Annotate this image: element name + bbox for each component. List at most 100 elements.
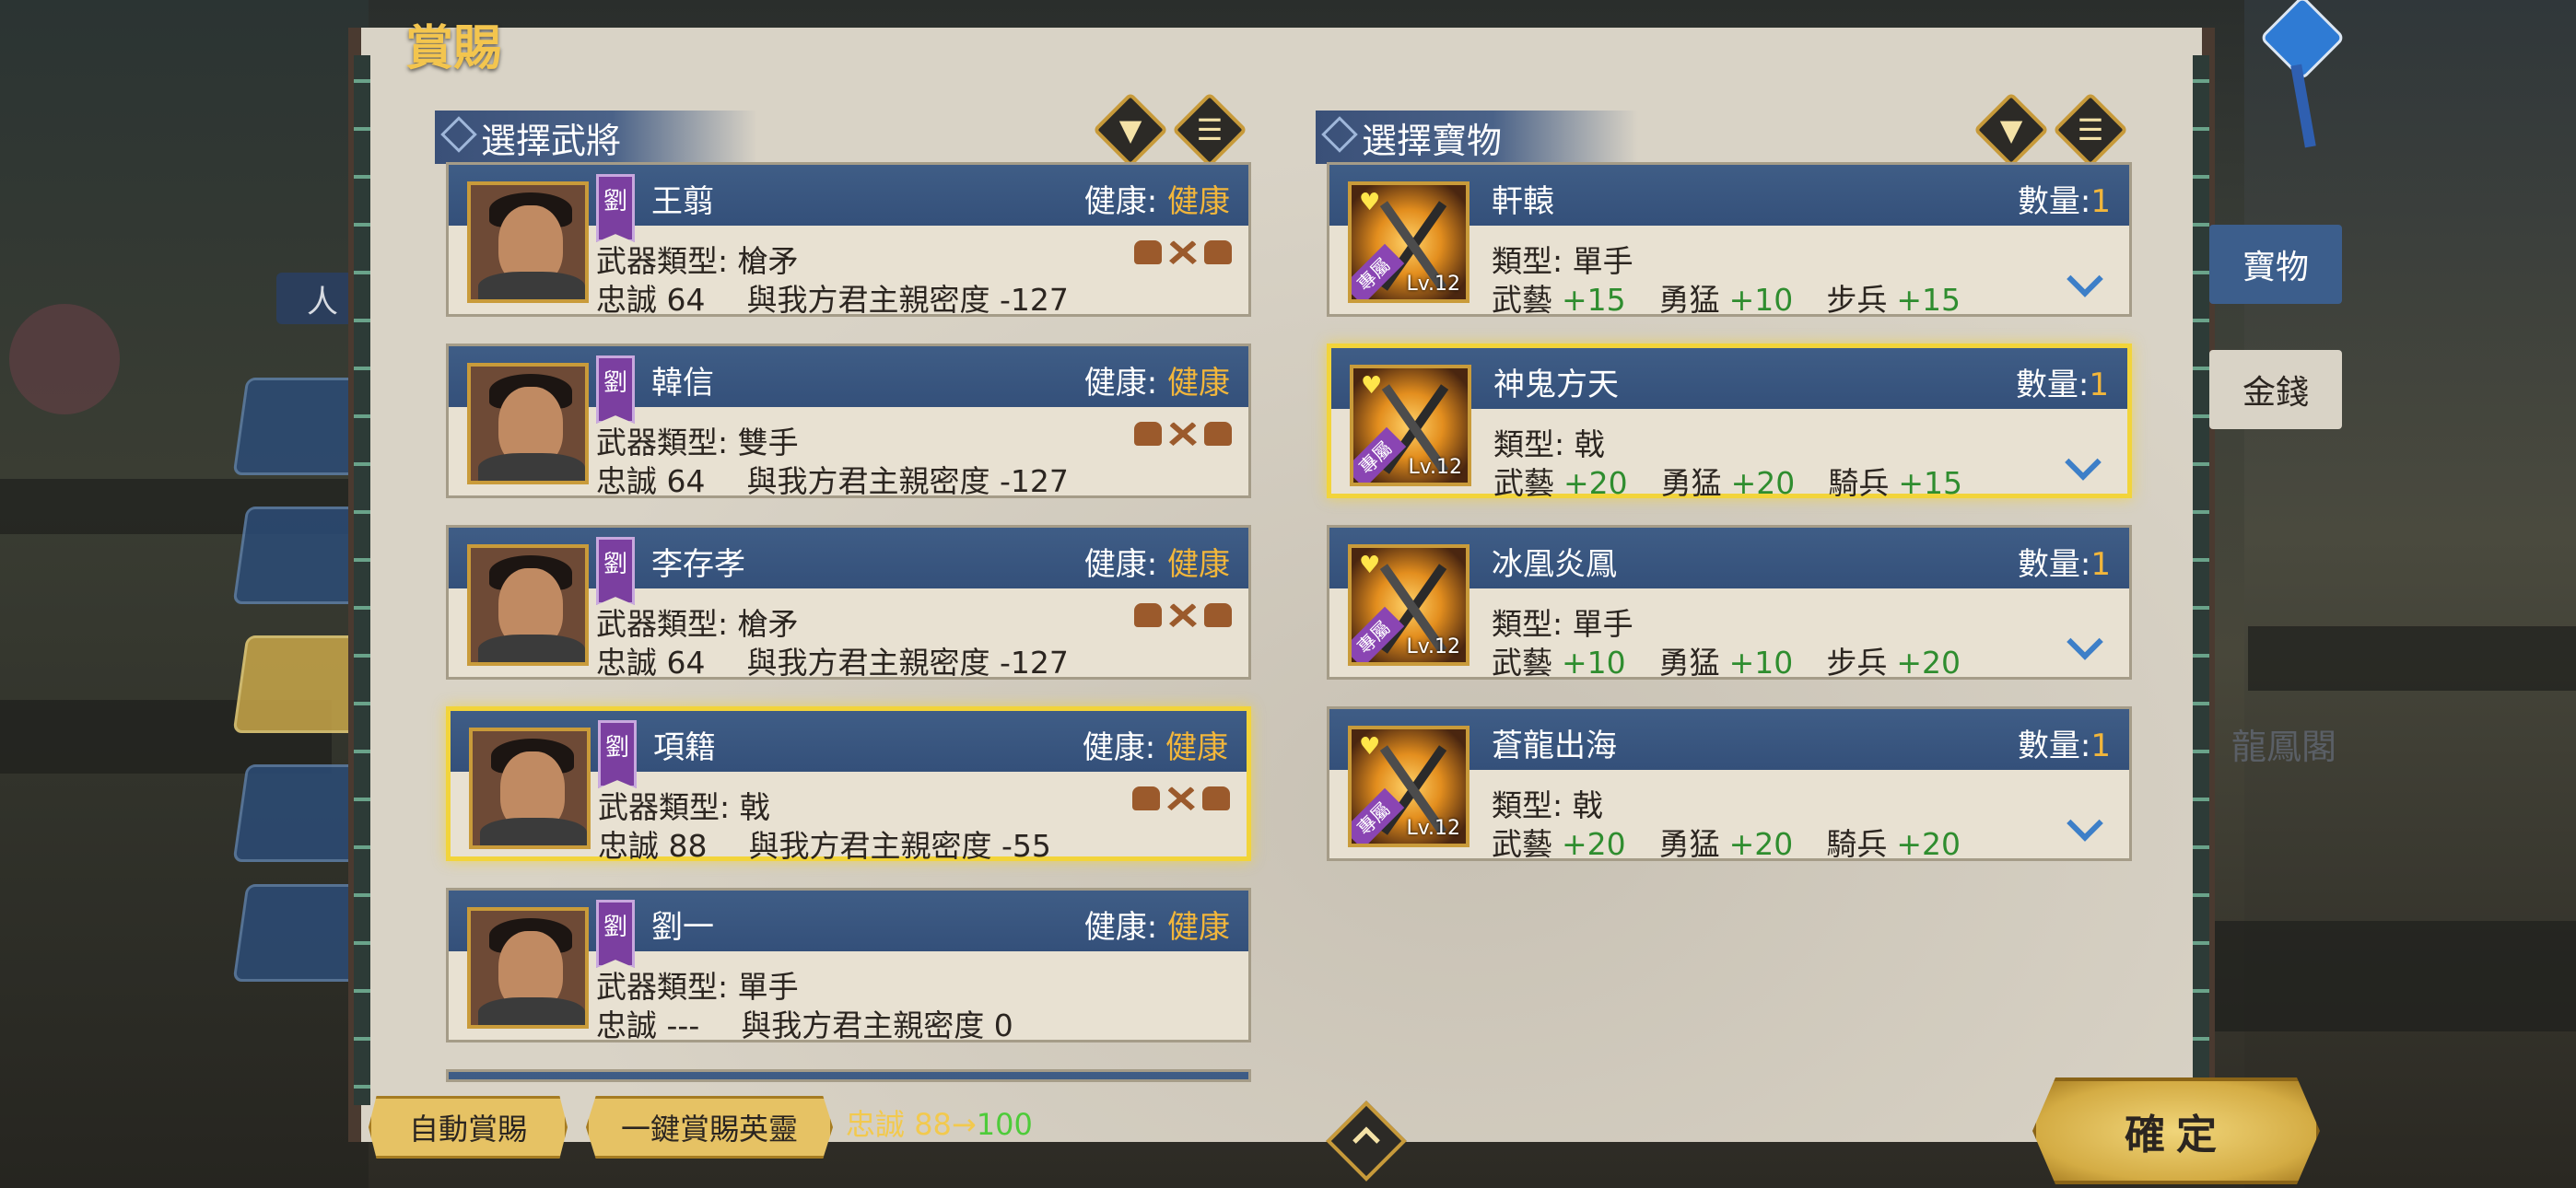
filter-button-treasures[interactable]: ▼: [1973, 91, 2050, 169]
weapon-value: 戟: [739, 789, 770, 825]
auto-reward-button[interactable]: 自動賞賜: [369, 1096, 568, 1159]
treasure-level: Lv.12: [1406, 273, 1460, 296]
one-click-reward-button[interactable]: 一鍵賞賜英靈: [586, 1096, 833, 1159]
treasure-icon: ♥ 專屬 Lv.12: [1348, 544, 1469, 666]
health-status: 健康: 健康: [1084, 357, 1230, 402]
heart-icon: ♥: [1359, 189, 1381, 216]
general-name: 韓信: [651, 365, 714, 402]
treasure-level: Lv.12: [1408, 456, 1462, 479]
affinity-value: 0: [993, 1007, 1013, 1043]
general-name: 劉一: [651, 909, 714, 946]
general-card[interactable]: 劉 王翦 健康: 健康 武器類型: 槍矛 忠誠 64 與我方君主親密度 -127: [446, 162, 1251, 318]
weapon-label: 武器類型:: [596, 243, 729, 279]
treasure-card[interactable]: ♥ 專屬 Lv.12 神鬼方天 數量:1 類型: 戟 武藝 +20 勇猛 +20 騎兵 +…: [1327, 344, 2132, 501]
chevron-down-icon[interactable]: [2065, 457, 2102, 479]
stat-item: 勇猛 +20: [1661, 459, 1796, 503]
faction-badge: 劉: [596, 355, 635, 424]
stat-name: 步兵: [1826, 282, 1888, 318]
section-header-treasures: 選擇寶物: [1316, 111, 1638, 164]
stat-item: 騎兵 +15: [1828, 459, 1962, 503]
qty-value: 1: [2089, 367, 2109, 403]
loyalty-affinity: 忠誠 64 與我方君主親密度 -127: [596, 457, 1069, 501]
type-value: 戟: [1572, 787, 1603, 823]
general-card[interactable]: 劉 項籍 健康: 健康 武器類型: 戟 忠誠 88 與我方君主親密度 -55: [446, 706, 1251, 864]
panel-chain-left: [354, 55, 370, 1105]
affinity-value: -127: [1000, 645, 1069, 681]
stat-item: 騎兵 +20: [1826, 820, 1961, 864]
loyalty-value: 64: [666, 282, 706, 318]
stat-value: +15: [1896, 282, 1961, 318]
tab-treasure[interactable]: 寶物: [2209, 225, 2342, 304]
treasure-card[interactable]: ♥ 專屬 Lv.12 蒼龍出海 數量:1 類型: 戟 武藝 +20 勇猛 +20 騎兵 +…: [1327, 706, 2132, 864]
affinity-label: 與我方君主親密度: [746, 282, 990, 318]
equipment-icons: [1134, 603, 1232, 627]
treasure-name: 冰凰炎鳳: [1492, 546, 1617, 583]
horse-icon: [1134, 422, 1162, 446]
horse-icon: [1134, 240, 1162, 264]
stat-name: 勇猛: [1658, 282, 1720, 318]
treasure-icon: ♥ 專屬 Lv.12: [1350, 365, 1471, 486]
health-status: 健康: 健康: [1083, 722, 1228, 767]
faction-badge: 劉: [598, 720, 637, 788]
treasure-type: 類型: 單手: [1492, 237, 1633, 281]
heart-icon: ♥: [1361, 372, 1383, 400]
list-button-treasures[interactable]: ☰: [2052, 91, 2129, 169]
treasure-quantity: 數量:1: [2018, 539, 2111, 584]
treasure-level: Lv.12: [1406, 817, 1460, 840]
weapon-value: 雙手: [737, 425, 799, 460]
affinity-label: 與我方君主親密度: [746, 645, 990, 681]
stat-name: 勇猛: [1658, 826, 1720, 862]
treasure-card[interactable]: ♥ 專屬 Lv.12 冰凰炎鳳 數量:1 類型: 單手 武藝 +10 勇猛 +10 步兵…: [1327, 525, 2132, 681]
stat-name: 步兵: [1826, 645, 1888, 681]
treasure-card[interactable]: ♥ 專屬 Lv.12 軒轅 數量:1 類型: 單手 武藝 +15 勇猛 +10 步兵 +1…: [1327, 162, 2132, 320]
loyalty-value: 64: [666, 463, 706, 499]
weapon-label: 武器類型:: [596, 425, 729, 460]
loyalty-preview: 忠誠 88→100: [846, 1101, 1033, 1144]
general-portrait: [467, 907, 589, 1029]
type-label: 類型:: [1492, 787, 1563, 823]
stat-name: 武藝: [1493, 465, 1554, 501]
affinity-label: 與我方君主親密度: [741, 1007, 985, 1043]
affinity-label: 與我方君主親密度: [748, 828, 992, 864]
health-label: 健康:: [1083, 183, 1158, 220]
qty-value: 1: [2090, 183, 2111, 220]
treasure-quantity: 數量:1: [2016, 359, 2109, 404]
stat-value: +20: [1562, 826, 1626, 862]
general-card-partial[interactable]: [446, 1069, 1251, 1082]
confirm-button[interactable]: 確定: [2032, 1077, 2320, 1184]
qty-label: 數量:: [2017, 183, 2091, 220]
filter-icon: ▼: [1999, 112, 2023, 147]
tab-money[interactable]: 金錢: [2209, 350, 2342, 429]
type-value: 單手: [1572, 243, 1633, 279]
crossed-weapons-icon: [1169, 240, 1197, 264]
chevron-down-icon[interactable]: [2067, 818, 2103, 840]
stat-item: 勇猛 +20: [1659, 820, 1794, 864]
treasure-level: Lv.12: [1406, 635, 1460, 658]
type-label: 類型:: [1493, 426, 1565, 462]
section-title: 選擇寶物: [1362, 120, 1503, 161]
equipment-icons: [1134, 240, 1232, 264]
stat-name: 騎兵: [1828, 465, 1890, 501]
qty-value: 1: [2090, 728, 2111, 764]
loyalty-label: 忠誠: [598, 828, 659, 864]
background-tree: [9, 304, 120, 414]
general-card[interactable]: 劉 李存孝 健康: 健康 武器類型: 槍矛 忠誠 64 與我方君主親密度 -12…: [446, 525, 1251, 681]
loyalty-affinity: 忠誠 88 與我方君主親密度 -55: [598, 821, 1051, 866]
stat-name: 武藝: [1492, 645, 1552, 681]
affinity-value: -127: [1000, 463, 1069, 499]
general-card[interactable]: 劉 韓信 健康: 健康 武器類型: 雙手 忠誠 64 與我方君主親密度 -127: [446, 344, 1251, 501]
horse-icon: [1132, 786, 1160, 810]
list-button-generals[interactable]: ☰: [1171, 91, 1248, 169]
qty-value: 1: [2090, 546, 2111, 583]
chevron-down-icon[interactable]: [2067, 274, 2103, 296]
stat-item: 步兵 +15: [1826, 275, 1961, 320]
chevron-down-icon[interactable]: [2067, 636, 2103, 658]
treasure-name: 蒼龍出海: [1492, 728, 1617, 764]
loyalty-value: ---: [666, 1007, 700, 1043]
stat-value: +10: [1728, 282, 1794, 318]
general-card[interactable]: 劉 劉一 健康: 健康 武器類型: 單手 忠誠 --- 與我方君主親密度 0: [446, 888, 1251, 1043]
health-value: 健康: [1167, 546, 1230, 583]
filter-button-generals[interactable]: ▼: [1092, 91, 1169, 169]
treasure-quantity: 數量:1: [2018, 720, 2111, 765]
health-status: 健康: 健康: [1084, 902, 1230, 947]
